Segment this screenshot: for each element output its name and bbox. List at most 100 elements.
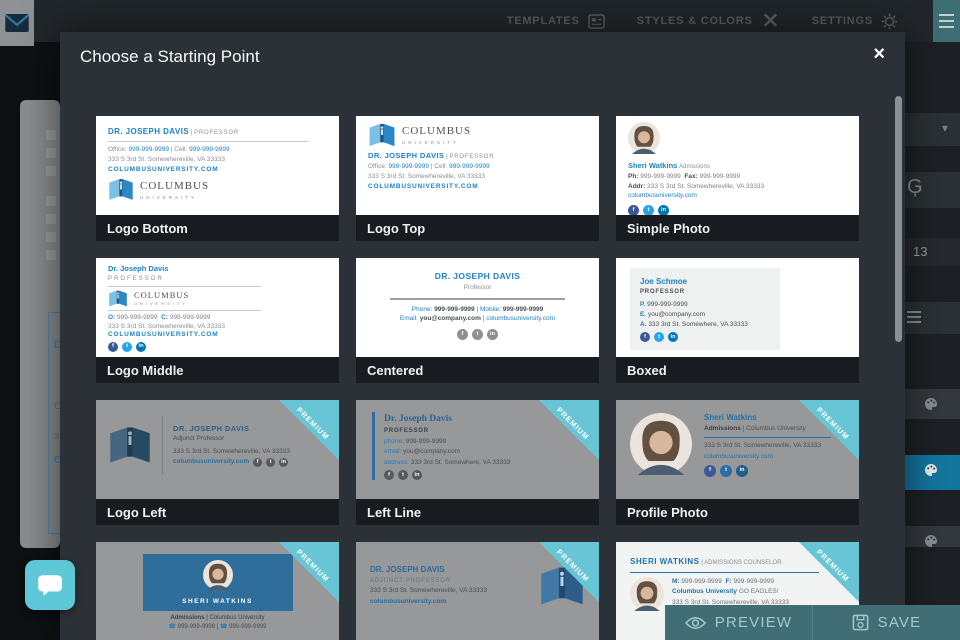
nav-templates[interactable]: TEMPLATES bbox=[507, 14, 605, 29]
signature-preview: Sheri Watkins Admissions Ph: 999-999-999… bbox=[616, 116, 859, 215]
sig-name: DR. JOSEPH DAVIS bbox=[370, 565, 445, 574]
linkedin-icon: in bbox=[412, 469, 422, 480]
twitter-icon: t bbox=[398, 469, 408, 480]
template-card-boxed[interactable]: Joe Schmoe PROFESSOR P. 999-999-9999 E. … bbox=[616, 258, 859, 383]
palette-icon bbox=[923, 396, 939, 412]
twitter-icon: t bbox=[472, 329, 483, 340]
nav-templates-label: TEMPLATES bbox=[506, 15, 580, 27]
template-card-logo-middle[interactable]: Dr. Joseph Davis PROFESSOR COLUMBUS UNIVE… bbox=[96, 258, 339, 383]
card-label: Logo Top bbox=[356, 215, 599, 241]
sig-website: columbusuniversity.com bbox=[628, 192, 697, 200]
linkedin-icon: in bbox=[658, 205, 669, 215]
profile-photo bbox=[630, 577, 664, 611]
chat-button[interactable] bbox=[25, 560, 75, 610]
sig-name: DR. JOSEPH DAVIS bbox=[108, 127, 189, 136]
font-style-button[interactable]: Ģ bbox=[905, 172, 960, 208]
sig-website: columbusuniversity.com bbox=[173, 458, 250, 466]
card-label: Logo Left bbox=[96, 499, 339, 525]
signature-preview: DR. JOSEPH DAVIS | PROFESSOR Office: 999… bbox=[96, 116, 339, 215]
twitter-icon: t bbox=[643, 205, 654, 215]
profile-photo bbox=[203, 560, 233, 590]
sig-name: Dr. Joseph Davis bbox=[108, 264, 169, 273]
sig-address: 333 S 3rd St. Somewhereville, VA 33333 bbox=[370, 587, 487, 595]
template-card-logo-top[interactable]: COLUMBUS UNIVERSITY DR. JOSEPH DAVIS | PR… bbox=[356, 116, 599, 241]
card-label: Logo Middle bbox=[96, 357, 339, 383]
gear-icon bbox=[881, 13, 898, 30]
facebook-icon: f bbox=[253, 457, 263, 467]
color-button-active[interactable] bbox=[905, 455, 960, 490]
eye-icon bbox=[685, 616, 706, 630]
sig-address: 333 3rd St. Somewhere, VA 33333 bbox=[410, 458, 511, 466]
card-label: Left Line bbox=[356, 499, 599, 525]
signature-preview: PREMIUM Dr. Joseph Davis PROFESSOR phone… bbox=[356, 400, 599, 499]
chat-bubble-icon bbox=[37, 574, 63, 597]
twitter-icon: t bbox=[122, 342, 132, 353]
templates-icon bbox=[588, 14, 605, 29]
color-button[interactable] bbox=[905, 389, 960, 419]
sig-address: 333 S 3rd St. Somewhereville, VA 33333 bbox=[704, 442, 821, 450]
modal-scrollbar[interactable] bbox=[895, 96, 902, 342]
sig-address: 333 S 3rd St. Somewhereville, VA 33333 bbox=[647, 182, 765, 190]
template-card-simple-photo[interactable]: Sheri Watkins Admissions Ph: 999-999-999… bbox=[616, 116, 859, 241]
preview-button[interactable]: PREVIEW bbox=[665, 605, 812, 640]
palette-icon bbox=[923, 462, 939, 478]
preview-label: PREVIEW bbox=[714, 614, 793, 631]
template-card-photo-banner[interactable]: PREMIUM SHERI WATKINS Admissions | Colum… bbox=[96, 542, 339, 640]
template-card-centered[interactable]: DR. JOSEPH DAVIS Professor Phone: 999-99… bbox=[356, 258, 599, 383]
app-logo[interactable] bbox=[0, 0, 34, 46]
facebook-icon: f bbox=[457, 329, 468, 340]
card-label: Profile Photo bbox=[616, 499, 859, 525]
right-panel: ▾ Ģ 13 bbox=[905, 42, 960, 605]
sig-website: | columbusuniversity.com bbox=[482, 315, 556, 323]
template-card-logo-left[interactable]: PREMIUM DR. JOSEPH DAVIS Adjunct Profess… bbox=[96, 400, 339, 525]
style-dropdown[interactable]: ▾ bbox=[905, 113, 960, 146]
template-card-logo-right[interactable]: PREMIUM DR. JOSEPH DAVIS ADJUNCT PROFESS… bbox=[356, 542, 599, 640]
floppy-icon bbox=[852, 614, 869, 631]
university-logo-icon bbox=[108, 178, 134, 201]
sig-website: columbusuniversity.com bbox=[704, 452, 773, 460]
card-label: Simple Photo bbox=[616, 215, 859, 241]
sig-name: SHERI WATKINS bbox=[182, 598, 253, 605]
linkedin-icon: in bbox=[668, 332, 678, 343]
sig-address: 333 S 3rd St. Somewhereville, VA 33333 bbox=[108, 322, 225, 330]
template-card-logo-bottom[interactable]: DR. JOSEPH DAVIS | PROFESSOR Office: 999… bbox=[96, 116, 339, 241]
nav-settings-label: SETTINGS bbox=[811, 15, 873, 27]
template-card-profile-photo[interactable]: PREMIUM Sheri Watkins Admissions | Colum… bbox=[616, 400, 859, 525]
facebook-icon: f bbox=[640, 332, 650, 343]
line-spacing-button[interactable] bbox=[905, 302, 960, 334]
mail-logo-icon bbox=[5, 14, 29, 32]
sig-name: Joe Schmoe bbox=[640, 277, 688, 286]
facebook-icon: f bbox=[108, 342, 118, 353]
linkedin-icon: in bbox=[487, 329, 498, 340]
nav-styles-colors[interactable]: STYLES & COLORS bbox=[637, 12, 780, 31]
twitter-icon: t bbox=[720, 464, 732, 477]
starting-point-modal: Choose a Starting Point × DR. JOSEPH DAV… bbox=[60, 32, 905, 640]
mobile-icon: ☎ bbox=[219, 624, 228, 630]
sig-website: COLUMBUSUNIVERSITY.COM bbox=[368, 182, 479, 190]
signature-preview: PREMIUM DR. JOSEPH DAVIS Adjunct Profess… bbox=[96, 400, 339, 499]
nav-settings[interactable]: SETTINGS bbox=[812, 13, 898, 30]
twitter-icon: t bbox=[266, 457, 276, 467]
signature-preview: PREMIUM Sheri Watkins Admissions | Colum… bbox=[616, 400, 859, 499]
close-icon[interactable]: × bbox=[873, 44, 885, 64]
sig-name: SHERI WATKINS bbox=[630, 557, 700, 566]
signature-preview: DR. JOSEPH DAVIS Professor Phone: 999-99… bbox=[356, 258, 599, 357]
university-logo-icon bbox=[368, 123, 396, 147]
signature-preview: PREMIUM SHERI WATKINS Admissions | Colum… bbox=[96, 542, 339, 640]
twitter-icon: t bbox=[654, 332, 664, 343]
font-size-field[interactable]: 13 bbox=[905, 238, 960, 266]
editor-canvas: + D O 33 C + bbox=[20, 100, 60, 548]
color-button-partial[interactable] bbox=[905, 526, 960, 547]
sig-address: 333 S 3rd St. Somewhereville, VA 33333 bbox=[368, 172, 485, 180]
sig-name: Sheri Watkins bbox=[628, 160, 678, 170]
menu-button[interactable] bbox=[933, 0, 960, 42]
facebook-icon: f bbox=[628, 205, 639, 215]
save-label: SAVE bbox=[877, 614, 922, 631]
signature-selection-box: + D O 33 C + bbox=[48, 312, 60, 534]
template-card-left-line[interactable]: PREMIUM Dr. Joseph Davis PROFESSOR phone… bbox=[356, 400, 599, 525]
save-button[interactable]: SAVE bbox=[812, 605, 960, 640]
lines-icon bbox=[907, 311, 921, 323]
sig-website: COLUMBUSUNIVERSITY.COM bbox=[108, 165, 219, 173]
signature-preview: COLUMBUS UNIVERSITY DR. JOSEPH DAVIS | PR… bbox=[356, 116, 599, 215]
font-glyph-icon: Ģ bbox=[907, 176, 923, 198]
